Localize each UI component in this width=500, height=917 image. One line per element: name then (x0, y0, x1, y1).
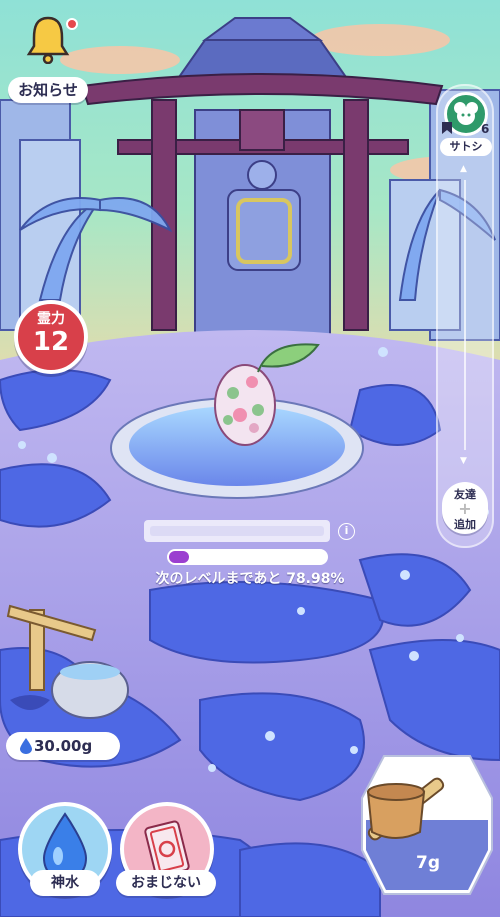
notifications-label: お知らせ (8, 77, 88, 103)
mouse-icon (454, 102, 478, 125)
scroll-track[interactable] (464, 180, 466, 450)
friend-name: サトシ (440, 138, 492, 156)
scroll-up-icon[interactable]: ▲ (460, 164, 467, 174)
notifications-button[interactable]: お知らせ (8, 14, 88, 103)
info-icon[interactable]: i (338, 523, 355, 540)
friend-count: 6 (481, 122, 490, 136)
ladle-amount: 7g (416, 853, 440, 873)
level-progress-text: 次のレベルまであと 78.98% (155, 571, 345, 587)
level-progress-bar (167, 549, 328, 565)
unread-dot (66, 18, 78, 30)
water-drop-icon (20, 738, 32, 754)
level-progress-fill (169, 551, 190, 563)
scroll-down-icon[interactable]: ▼ (460, 456, 467, 466)
egg-name-blur (144, 520, 330, 542)
water-amount-pill: 30.00g (6, 732, 120, 760)
add-friend-label-bottom: 追加 (454, 518, 476, 531)
add-friend-button[interactable]: 友達 + 追加 (442, 482, 488, 534)
charm-label: おまじない (116, 870, 216, 896)
spirit-power-value: 12 (32, 327, 70, 357)
bookmark-icon (442, 122, 452, 134)
plus-icon: + (458, 499, 472, 518)
spirit-power-badge[interactable]: 霊力 12 (14, 300, 88, 374)
bell-icon (26, 16, 70, 64)
shrine-tower (168, 17, 357, 341)
sacred-water-label: 神水 (30, 870, 100, 896)
water-amount-value: 30.00g (34, 737, 93, 755)
spirit-power-label: 霊力 (37, 311, 65, 327)
friends-rail[interactable]: 6 サトシ ▲ ▼ 友達 + 追加 (436, 84, 494, 548)
ladle-panel[interactable] (360, 750, 494, 900)
